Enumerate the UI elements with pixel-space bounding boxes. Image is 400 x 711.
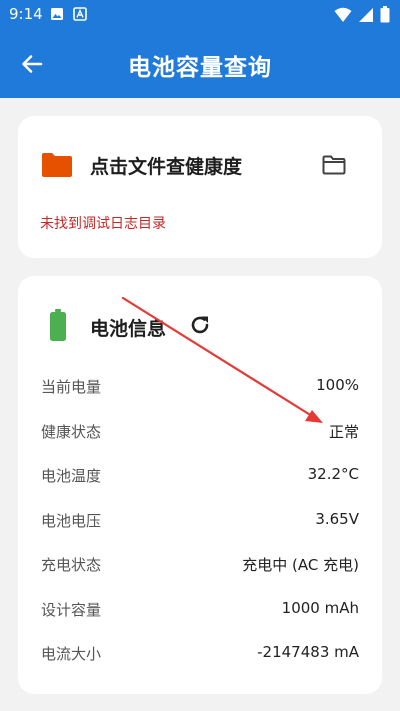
info-row: 设计容量 1000 mAh: [18, 587, 382, 632]
info-row: 电池温度 32.2°C: [18, 453, 382, 498]
status-bar: 9:14: [0, 0, 400, 30]
wifi-icon: [334, 7, 352, 22]
folder-icon: [42, 153, 72, 177]
info-value: 100%: [316, 376, 359, 394]
info-row: 当前电量 100%: [18, 364, 382, 409]
folder-outline-icon[interactable]: [322, 155, 346, 175]
info-row: 电流大小 -2147483 mA: [18, 631, 382, 676]
signal-icon: [359, 7, 373, 22]
battery-info-list: 当前电量 100% 健康状态 正常电池温度 32.2°C 电池电压 3.65V 充电状态 充电中…: [18, 364, 382, 676]
status-time: 9:14: [9, 5, 43, 23]
screen: 9:14 电池容量查询 点击文件查健康度 未找到调试日志目录 电池信息 当前电量…: [0, 0, 400, 711]
battery-info-header: 电池信息: [18, 306, 382, 346]
app-bar: 电池容量查询: [0, 30, 400, 98]
info-value: 充电中 (AC 充电): [242, 556, 359, 574]
info-key: 当前电量: [41, 378, 102, 396]
info-key: 电流大小: [41, 645, 102, 663]
battery-info-title: 电池信息: [90, 318, 167, 340]
refresh-icon[interactable]: [189, 314, 211, 336]
info-key: 充电状态: [41, 556, 102, 574]
image-notification-icon: [51, 8, 63, 20]
info-key: 健康状态: [41, 422, 102, 441]
info-value: 正常: [328, 422, 359, 441]
info-value: -2147483 mA: [257, 643, 359, 661]
battery-icon: [50, 309, 66, 341]
info-value: 1000 mAh: [281, 598, 359, 617]
info-value: 3.65V: [315, 509, 359, 528]
info-key: 电池温度: [41, 467, 102, 485]
select-file-label: 点击文件查健康度: [90, 156, 243, 178]
info-row: 电池电压 3.65V: [18, 498, 382, 543]
file-card: 点击文件查健康度 未找到调试日志目录: [18, 116, 382, 258]
page-title: 电池容量查询: [128, 55, 272, 81]
battery-info-card: 电池信息 当前电量 100% 健康状态 正常电池温度 32.2°C 电池电压 3.65V 充电…: [18, 276, 382, 694]
error-message: 未找到调试日志目录: [40, 216, 166, 232]
info-row: 充电状态 充电中 (AC 充电): [18, 542, 382, 587]
info-value: 32.2°C: [307, 465, 359, 483]
info-key: 电池电压: [41, 511, 102, 530]
info-row: 健康状态 正常: [18, 409, 382, 454]
info-key: 设计容量: [41, 600, 102, 619]
status-battery-icon: [380, 6, 390, 23]
system-icons: [334, 6, 390, 23]
select-file-button[interactable]: 点击文件查健康度: [18, 148, 382, 182]
app-notification-icon: [73, 7, 87, 21]
